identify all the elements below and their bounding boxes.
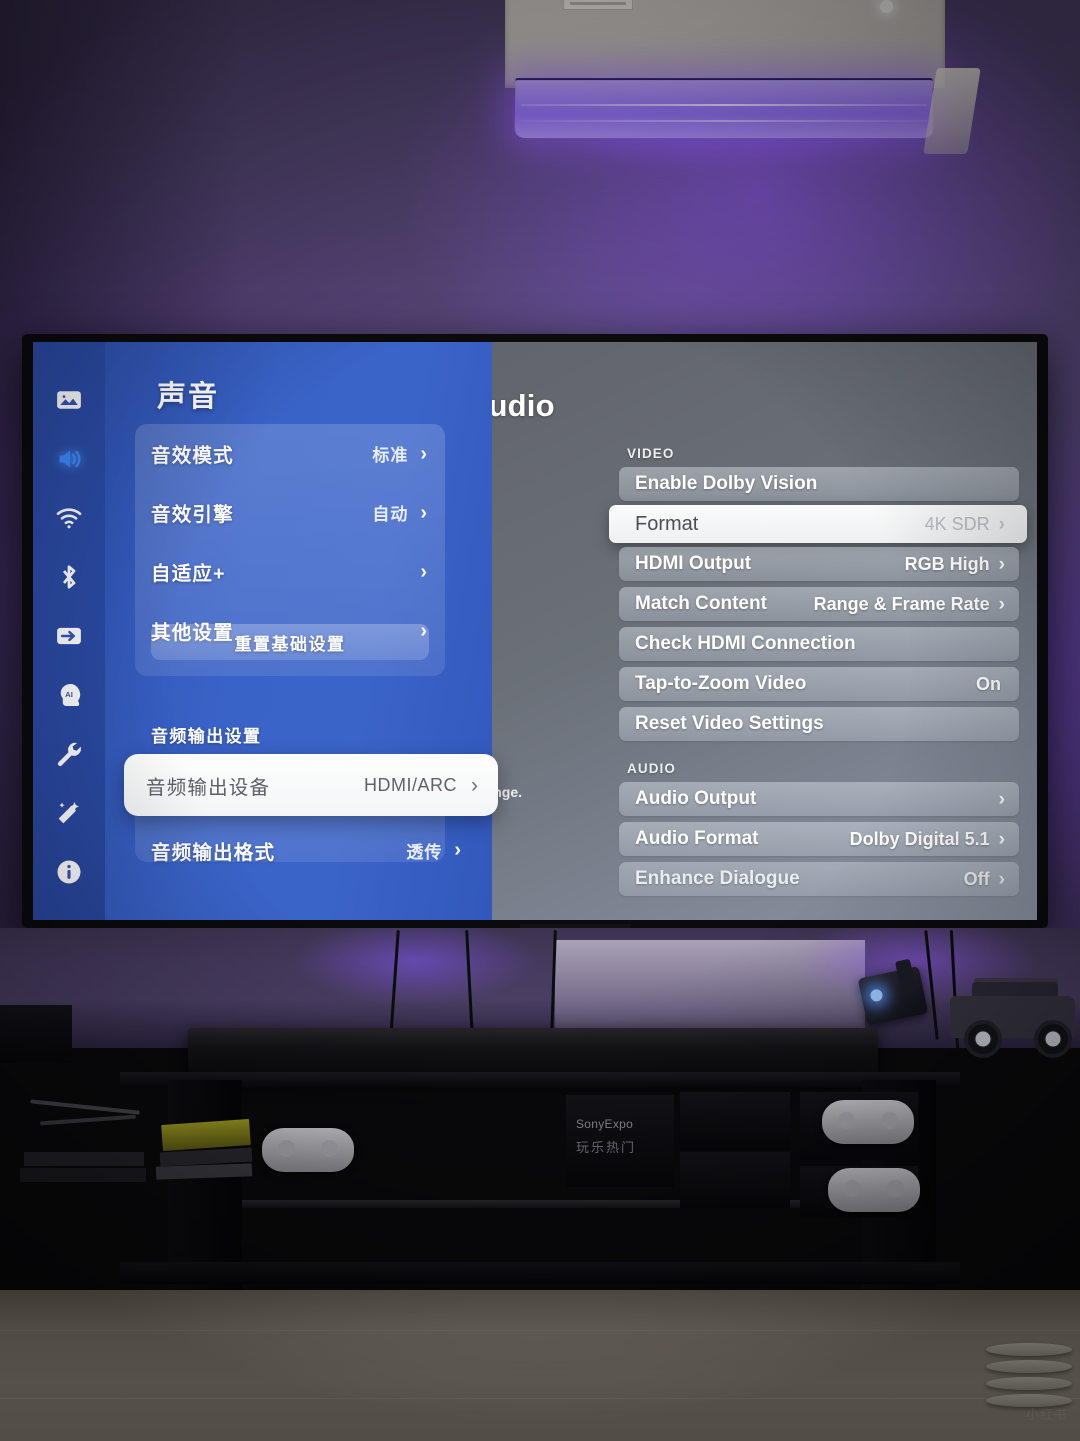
row-hdmi-output[interactable]: HDMI Output RGB High › bbox=[619, 547, 1019, 581]
game-controller-icon bbox=[822, 1100, 914, 1144]
sound-panel-title: 声音 bbox=[157, 381, 220, 413]
book bbox=[20, 1168, 146, 1182]
chevron-right-icon: › bbox=[998, 788, 1005, 810]
row-label: Audio Output bbox=[635, 788, 757, 809]
tv-screen: deo and Audio range. VIDEO Enable Dolby … bbox=[33, 342, 1037, 920]
row-value: 自动 bbox=[372, 505, 409, 524]
audio-output-group-label: 音频输出设置 bbox=[151, 727, 262, 746]
chevron-right-icon: › bbox=[471, 773, 478, 797]
cabinet-bottom bbox=[120, 1262, 960, 1284]
row-label: Match Content bbox=[635, 593, 767, 614]
chevron-right-icon: › bbox=[420, 560, 427, 583]
row-enhance-dialogue[interactable]: Enhance Dialogue Off › bbox=[619, 862, 1019, 896]
toy-suv-model bbox=[950, 978, 1075, 1058]
floor bbox=[0, 1290, 1080, 1441]
warning-sticker bbox=[563, 0, 633, 10]
book bbox=[24, 1152, 144, 1166]
photo-of-living-room-with-tv: deo and Audio range. VIDEO Enable Dolby … bbox=[0, 0, 1080, 1441]
row-label: Tap-to-Zoom Video bbox=[635, 673, 807, 694]
row-label: Format bbox=[635, 512, 699, 535]
row-value: Range & Frame Rate bbox=[813, 593, 990, 614]
sound-icon[interactable] bbox=[53, 443, 85, 475]
row-label: 音频输出格式 bbox=[151, 841, 276, 864]
floor-tile-line bbox=[0, 1398, 1080, 1399]
row-format[interactable]: Format 4K SDR › bbox=[609, 505, 1027, 543]
row-label: 音效引擎 bbox=[151, 504, 234, 526]
row-enable-dolby-vision[interactable]: Enable Dolby Vision bbox=[619, 467, 1019, 501]
av-receiver: SonyExpo 玩乐热门 bbox=[566, 1095, 674, 1187]
row-sound-mode[interactable]: 音效模式 标准 › bbox=[135, 424, 445, 483]
row-label: Enable Dolby Vision bbox=[635, 473, 818, 494]
section-header-audio: AUDIO bbox=[627, 761, 676, 776]
appletv-settings-list: VIDEO Enable Dolby Vision Format 4K SDR … bbox=[609, 446, 1027, 902]
svg-text:AI: AI bbox=[65, 690, 73, 699]
row-reset-video-settings[interactable]: Reset Video Settings bbox=[619, 707, 1019, 741]
air-conditioner-body bbox=[505, 0, 945, 88]
chevron-right-icon: › bbox=[998, 553, 1005, 575]
cabinet-top bbox=[120, 1072, 960, 1088]
floor-tile-line bbox=[0, 1330, 1080, 1331]
picture-icon[interactable] bbox=[53, 384, 85, 416]
watermark: 小红书 bbox=[1025, 1407, 1068, 1422]
game-controller bbox=[262, 1128, 354, 1172]
row-label: 音频输出设备 bbox=[146, 776, 271, 799]
led-glow-left bbox=[250, 928, 580, 1038]
chevron-right-icon: › bbox=[420, 442, 427, 465]
row-label: Enhance Dialogue bbox=[635, 868, 800, 889]
row-value: 4K SDR bbox=[924, 513, 990, 534]
row-value: Dolby Digital 5.1 bbox=[849, 828, 990, 849]
bluetooth-icon[interactable] bbox=[53, 561, 85, 593]
row-value: 标准 bbox=[372, 446, 409, 465]
row-audio-output-device[interactable]: 音频输出设备 HDMI/ARC › bbox=[124, 754, 498, 816]
television: deo and Audio range. VIDEO Enable Dolby … bbox=[22, 334, 1048, 928]
air-conditioner bbox=[445, 0, 1005, 214]
row-audio-output[interactable]: Audio Output › bbox=[619, 782, 1019, 816]
tv-sound-settings-overlay: AI 声音 音效模式 标准 › 音效引擎 自动 › 自适应+ › 重置基础设置 … bbox=[33, 342, 498, 920]
av-brand-label: SonyExpo bbox=[576, 1117, 634, 1131]
row-label: 音效模式 bbox=[151, 445, 234, 467]
row-label: HDMI Output bbox=[635, 553, 752, 574]
chevron-right-icon: › bbox=[998, 828, 1005, 850]
projector-lens bbox=[869, 988, 884, 1003]
console-top bbox=[680, 1092, 790, 1150]
row-label: Audio Format bbox=[635, 828, 759, 849]
row-value: Off bbox=[963, 868, 990, 889]
row-label: Reset Video Settings bbox=[635, 713, 824, 734]
game-controller-icon-2 bbox=[828, 1168, 920, 1212]
wrench-icon[interactable] bbox=[53, 738, 85, 770]
row-label: Check HDMI Connection bbox=[635, 633, 856, 654]
row-value: RGB High bbox=[904, 553, 990, 574]
row-sound-engine[interactable]: 音效引擎 自动 › bbox=[135, 483, 445, 542]
reset-basic-settings-button[interactable]: 重置基础设置 bbox=[151, 624, 429, 660]
console-bottom bbox=[680, 1152, 790, 1208]
magic-wand-icon[interactable] bbox=[53, 797, 85, 829]
row-value: 透传 bbox=[406, 842, 443, 862]
air-conditioner-vent bbox=[514, 78, 934, 139]
av-brand-label-zh: 玩乐热门 bbox=[576, 1140, 637, 1155]
indicator-light bbox=[880, 0, 893, 13]
wifi-icon[interactable] bbox=[53, 502, 85, 534]
chevron-right-icon: › bbox=[998, 593, 1005, 615]
row-check-hdmi-connection[interactable]: Check HDMI Connection bbox=[619, 627, 1019, 661]
row-label: 自适应+ bbox=[151, 563, 226, 585]
ai-head-icon[interactable]: AI bbox=[53, 679, 85, 711]
row-value: On bbox=[976, 673, 1001, 694]
section-header-video: VIDEO bbox=[627, 446, 675, 461]
sound-settings-card: 音效模式 标准 › 音效引擎 自动 › 自适应+ › 其他设置 bbox=[135, 424, 445, 676]
reset-button-label: 重置基础设置 bbox=[234, 634, 346, 654]
row-adaptive-plus[interactable]: 自适应+ › bbox=[135, 542, 445, 601]
input-source-icon[interactable] bbox=[53, 620, 85, 652]
settings-icon-sidebar: AI bbox=[33, 342, 105, 920]
row-value: HDMI/ARC bbox=[364, 774, 457, 795]
chevron-right-icon: › bbox=[454, 839, 461, 861]
row-tap-to-zoom-video[interactable]: Tap-to-Zoom Video On bbox=[619, 667, 1019, 701]
row-audio-format[interactable]: Audio Format Dolby Digital 5.1 › bbox=[619, 822, 1019, 856]
side-device bbox=[0, 1005, 72, 1063]
chevron-right-icon: › bbox=[420, 501, 427, 524]
info-icon[interactable] bbox=[53, 856, 85, 888]
row-match-content[interactable]: Match Content Range & Frame Rate › bbox=[619, 587, 1019, 621]
row-audio-output-format[interactable]: 音频输出格式 透传 › bbox=[135, 826, 479, 874]
chevron-right-icon: › bbox=[998, 868, 1005, 890]
chevron-right-icon: › bbox=[998, 513, 1005, 535]
